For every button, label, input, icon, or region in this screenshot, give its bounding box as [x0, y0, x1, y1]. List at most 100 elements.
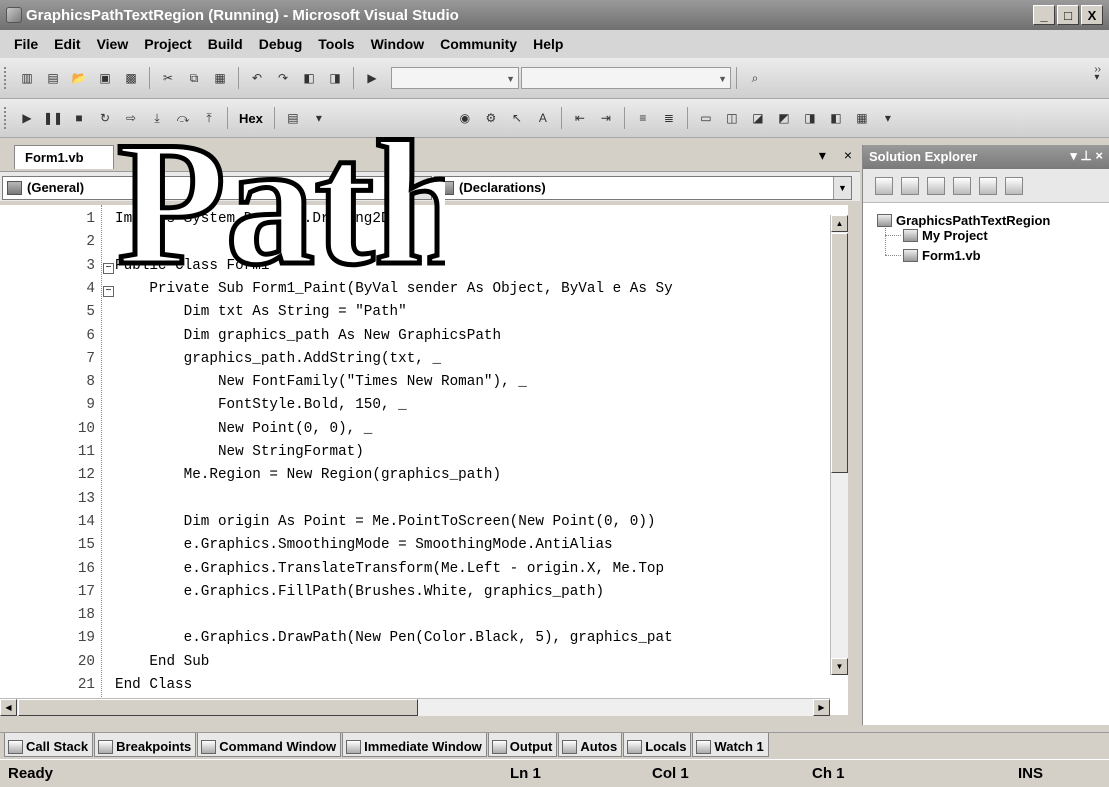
start-debugging-icon[interactable]: ▶ [363, 69, 381, 87]
tab-call-stack[interactable]: Call Stack [4, 733, 94, 757]
break-all-icon[interactable]: ❚❚ [43, 109, 63, 127]
code-line[interactable]: 17 e.Graphics.FillPath(Brushes.White, gr… [0, 584, 848, 606]
code-line[interactable]: 7 graphics_path.AddString(txt, _ [0, 351, 848, 373]
undo-icon[interactable]: ↶ [248, 69, 266, 87]
code-line[interactable]: 4 Private Sub Form1_Paint(ByVal sender A… [0, 281, 848, 303]
refresh-icon[interactable] [927, 176, 945, 195]
menu-help[interactable]: Help [525, 33, 571, 55]
save-all-icon[interactable]: ▩ [122, 69, 140, 87]
method-name-combo[interactable]: (Declarations) ▼ [434, 176, 852, 200]
view-code-icon[interactable] [953, 176, 971, 195]
restart-icon[interactable]: ↻ [96, 109, 114, 127]
tab-output[interactable]: Output [487, 733, 558, 757]
tree-item-form1[interactable]: Form1.vb [903, 248, 981, 263]
scroll-thumb[interactable] [18, 699, 418, 716]
menu-window[interactable]: Window [363, 33, 433, 55]
panel-controls[interactable]: ▾ ⊥ × [1070, 148, 1103, 164]
properties-icon[interactable] [875, 176, 893, 195]
show-next-statement-icon[interactable]: ⇨ [122, 109, 140, 127]
menu-view[interactable]: View [89, 33, 137, 55]
code-line[interactable]: 21 End Class [0, 677, 848, 699]
vertical-scrollbar[interactable]: ▲ ▼ [830, 215, 848, 675]
add-project-icon[interactable]: ▥ [18, 69, 36, 87]
menu-community[interactable]: Community [432, 33, 525, 55]
show-all-files-icon[interactable] [901, 176, 919, 195]
tab-autos[interactable]: Autos [558, 733, 623, 757]
code-line[interactable]: 19 e.Graphics.DrawPath(New Pen(Color.Bla… [0, 630, 848, 652]
code-line[interactable]: 11 New StringFormat) [0, 444, 848, 466]
open-file-icon[interactable]: 📂 [70, 69, 88, 87]
collapse-icon[interactable]: − [103, 262, 114, 274]
menu-edit[interactable]: Edit [46, 33, 88, 55]
comment-lines-icon[interactable]: ≡ [634, 109, 652, 127]
code-line[interactable]: 15 e.Graphics.SmoothingMode = SmoothingM… [0, 537, 848, 559]
maximize-button[interactable]: □ [1057, 5, 1079, 25]
code-area[interactable]: 1 Imports System.Drawing.Drawing2D 2 3 Publi… [0, 205, 848, 715]
pointer-icon[interactable]: ↖ [508, 109, 526, 127]
stop-debugging-icon[interactable]: ■ [70, 109, 88, 127]
decrease-indent-icon[interactable]: ⇤ [571, 109, 589, 127]
toolbar-dropdown-icon[interactable]: ▾ [310, 109, 328, 127]
toolbar-grip[interactable] [4, 107, 7, 129]
view-designer-icon[interactable] [979, 176, 997, 195]
step-out-icon[interactable]: ⤒ [200, 109, 218, 127]
menu-debug[interactable]: Debug [251, 33, 311, 55]
paste-icon[interactable]: ▦ [211, 69, 229, 87]
cut-icon[interactable]: ✂ [159, 69, 177, 87]
step-into-icon[interactable]: ⤓ [148, 109, 166, 127]
tree-item-project[interactable]: GraphicsPathTextRegion [877, 213, 1050, 228]
close-document-icon[interactable]: × [844, 147, 852, 163]
code-line[interactable]: 20 End Sub [0, 654, 848, 676]
tab-locals[interactable]: Locals [623, 733, 692, 757]
scroll-right-icon[interactable]: ▶ [813, 699, 830, 716]
tab-watch-1[interactable]: Watch 1 [692, 733, 769, 757]
uncomment-lines-icon[interactable]: ≣ [660, 109, 678, 127]
increase-indent-icon[interactable]: ⇥ [597, 109, 615, 127]
class-diagram-icon[interactable] [1005, 176, 1023, 195]
clear-bookmarks-icon[interactable]: ◧ [827, 109, 845, 127]
hex-button[interactable]: Hex [233, 111, 269, 126]
configuration-combo[interactable]: ▼ [391, 67, 519, 89]
code-line[interactable]: 18 [0, 607, 848, 629]
copy-icon[interactable]: ⧉ [185, 69, 203, 87]
collapse-icon[interactable]: − [103, 285, 114, 297]
navigate-backward-icon[interactable]: ◧ [300, 69, 318, 87]
previous-bookmark-icon[interactable]: ◫ [723, 109, 741, 127]
toggle-breakpoint-icon[interactable]: ◉ [456, 109, 474, 127]
tree-item-my-project[interactable]: My Project [903, 228, 988, 243]
code-line[interactable]: 3 Public Class Form1− [0, 258, 848, 280]
code-line[interactable]: 13 [0, 491, 848, 513]
scroll-up-icon[interactable]: ▲ [831, 215, 848, 232]
continue-icon[interactable]: ▶ [18, 109, 36, 127]
code-line[interactable]: 6 Dim graphics_path As New GraphicsPath [0, 328, 848, 350]
code-line[interactable]: 1 Imports System.Drawing.Drawing2D [0, 211, 848, 233]
step-over-icon[interactable]: ⤼ [174, 109, 192, 127]
toolbar-grip[interactable] [4, 67, 7, 89]
toggle-bookmark-icon[interactable]: ▦ [853, 109, 871, 127]
class-name-combo[interactable]: (General) ▼ [2, 176, 432, 200]
code-line[interactable]: 9 FontStyle.Bold, 150, _ [0, 397, 848, 419]
text-size-icon[interactable]: A [534, 109, 552, 127]
toolbar-dropdown-icon[interactable]: ▾ [879, 109, 897, 127]
horizontal-scrollbar[interactable]: ◀ ▶ [0, 698, 830, 716]
tab-breakpoints[interactable]: Breakpoints [94, 733, 197, 757]
menu-tools[interactable]: Tools [310, 33, 362, 55]
toolbar-overflow-icon[interactable]: ›› ▾ [1094, 65, 1101, 83]
next-bookmark-icon[interactable]: ◪ [749, 109, 767, 127]
bookmark-folder-icon[interactable]: ◩ [775, 109, 793, 127]
scroll-left-icon[interactable]: ◀ [0, 699, 17, 716]
code-line[interactable]: 12 Me.Region = New Region(graphics_path) [0, 467, 848, 489]
navigate-forward-icon[interactable]: ◨ [326, 69, 344, 87]
code-line[interactable]: 2 [0, 234, 848, 256]
tab-command-window[interactable]: Command Window [197, 733, 342, 757]
bookmark-icon[interactable]: ▭ [697, 109, 715, 127]
redo-icon[interactable]: ↷ [274, 69, 292, 87]
breakpoints-window-icon[interactable]: ▤ [284, 109, 302, 127]
code-line[interactable]: 5 Dim txt As String = "Path" [0, 304, 848, 326]
document-tab-form1[interactable]: Form1.vb [14, 145, 114, 169]
window-list-icon[interactable]: ▾ [819, 147, 826, 163]
menu-project[interactable]: Project [136, 33, 199, 55]
code-line[interactable]: 8 New FontFamily("Times New Roman"), _ [0, 374, 848, 396]
find-in-files-icon[interactable]: ⌕ [746, 69, 764, 87]
menu-file[interactable]: File [6, 33, 46, 55]
